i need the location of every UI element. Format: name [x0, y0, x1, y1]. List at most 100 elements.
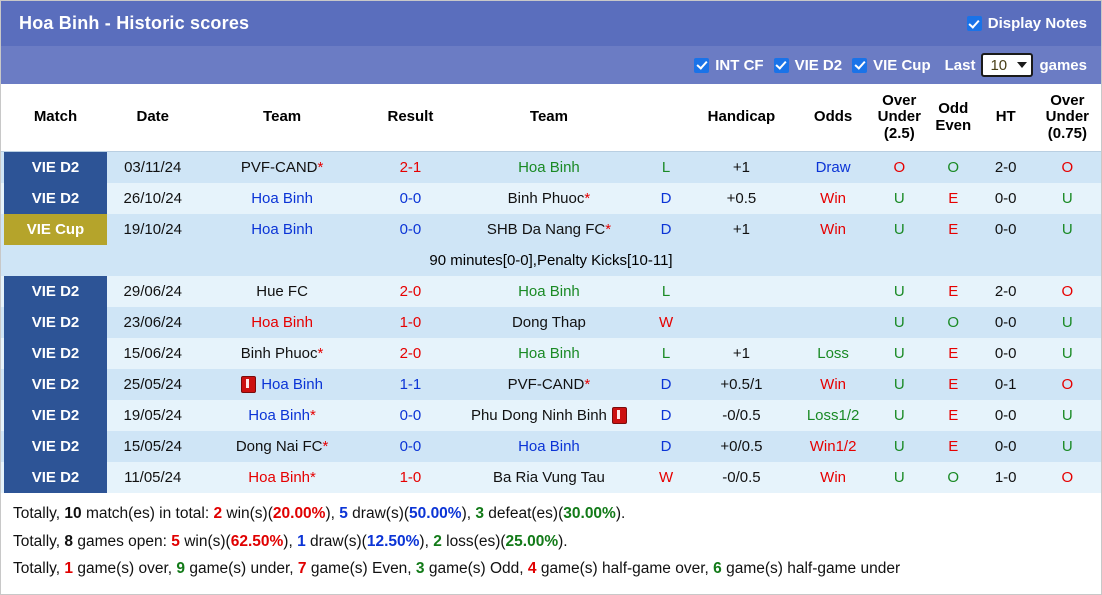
cell-team-away[interactable]: Ba Ria Vung Tau: [452, 462, 646, 493]
col-match[interactable]: Match: [1, 84, 110, 152]
col-ht[interactable]: HT: [977, 84, 1034, 152]
cell-team-away[interactable]: SHB Da Nang FC*: [452, 214, 646, 245]
cell-team-away[interactable]: Hoa Binh: [452, 431, 646, 462]
competition-badge[interactable]: VIE D2: [4, 183, 107, 214]
s3-prefix: Totally,: [13, 560, 65, 577]
int-cf-checkbox[interactable]: [694, 57, 710, 73]
cell-team-home[interactable]: Hoa Binh*: [195, 462, 369, 493]
cell-match[interactable]: VIE Cup: [1, 214, 110, 245]
cell-match[interactable]: VIE D2: [1, 151, 110, 183]
cell-team-home[interactable]: Binh Phuoc*: [195, 338, 369, 369]
cell-over-under-25: U: [869, 214, 929, 245]
cell-match[interactable]: VIE D2: [1, 369, 110, 400]
table-row[interactable]: VIE D2 03/11/24 PVF-CAND* 2-1 Hoa Binh L +1 Dra…: [1, 151, 1101, 183]
cell-match[interactable]: VIE D2: [1, 431, 110, 462]
table-row[interactable]: VIE D2 19/05/24 Hoa Binh* 0-0 Phu Dong Ninh …: [1, 400, 1101, 431]
cell-odds: Loss: [796, 338, 870, 369]
cell-match[interactable]: VIE D2: [1, 462, 110, 493]
col-team-away[interactable]: Team: [452, 84, 646, 152]
filter-vie-cup[interactable]: VIE Cup: [852, 57, 931, 74]
s1-defeats: 3: [475, 505, 484, 522]
page-title: Hoa Binh - Historic scores: [19, 13, 250, 33]
table-row[interactable]: VIE D2 25/05/24 Hoa Binh 1-1 PVF-CAND* D +0.5/…: [1, 369, 1101, 400]
table-row[interactable]: VIE D2 11/05/24 Hoa Binh* 1-0 Ba Ria Vung Ta…: [1, 462, 1101, 493]
cell-team-home[interactable]: Hue FC: [195, 276, 369, 307]
team-name: Hoa Binh: [251, 221, 313, 238]
table-row[interactable]: VIE D2 23/06/24 Hoa Binh 1-0 Dong Thap W U O 0-0…: [1, 307, 1101, 338]
cell-handicap: +0.5: [686, 183, 797, 214]
cell-team-home[interactable]: Dong Nai FC*: [195, 431, 369, 462]
cell-match[interactable]: VIE D2: [1, 307, 110, 338]
cell-over-under-075: U: [1033, 338, 1101, 369]
s2-losses-pct: 25.00%: [505, 532, 559, 550]
filter-int-cf[interactable]: INT CF: [694, 57, 764, 74]
col-date[interactable]: Date: [109, 84, 196, 152]
col-ou075-line2: Under: [1045, 108, 1090, 126]
table-row[interactable]: VIE D2 29/06/24 Hue FC 2-0 Hoa Binh L U E 2-0 O: [1, 276, 1101, 307]
cell-team-home[interactable]: Hoa Binh*: [195, 400, 369, 431]
summary-line-open: Totally, 8 games open: 5 win(s)(62.50%),…: [13, 529, 1091, 557]
competition-badge[interactable]: VIE D2: [4, 462, 107, 493]
cell-team-home[interactable]: Hoa Binh: [195, 307, 369, 338]
display-notes-toggle[interactable]: Display Notes: [966, 15, 1087, 32]
col-handicap[interactable]: Handicap: [686, 84, 797, 152]
col-over-under-25[interactable]: Over Under (2.5): [869, 84, 929, 152]
display-notes-checkbox[interactable]: [966, 16, 982, 31]
cell-team-away[interactable]: Hoa Binh: [452, 151, 646, 183]
table-row[interactable]: VIE D2 15/06/24 Binh Phuoc* 2-0 Hoa Binh L +1 L…: [1, 338, 1101, 369]
competition-badge[interactable]: VIE D2: [4, 431, 107, 462]
vie-cup-checkbox[interactable]: [852, 57, 868, 73]
cell-wdl: D: [645, 400, 687, 431]
competition-badge[interactable]: VIE D2: [4, 276, 107, 307]
cell-match[interactable]: VIE D2: [1, 338, 110, 369]
cell-team-away[interactable]: Dong Thap: [452, 307, 646, 338]
team-name: Hoa Binh: [518, 345, 580, 362]
cell-result: 0-0: [368, 214, 453, 245]
table-row[interactable]: VIE D2 15/05/24 Dong Nai FC* 0-0 Hoa Binh D +0…: [1, 431, 1101, 462]
chevron-down-icon: [1017, 62, 1028, 68]
cell-team-away[interactable]: Hoa Binh: [452, 276, 646, 307]
competition-badge[interactable]: VIE D2: [4, 307, 107, 338]
cell-team-home[interactable]: Hoa Binh: [195, 214, 369, 245]
cell-team-away[interactable]: PVF-CAND*: [452, 369, 646, 400]
col-ou25-line1: Over: [882, 92, 917, 110]
cell-handicap: [686, 276, 797, 307]
filter-vie-d2[interactable]: VIE D2: [773, 57, 842, 74]
cell-team-home[interactable]: Hoa Binh: [195, 369, 369, 400]
cell-match[interactable]: VIE D2: [1, 400, 110, 431]
s3-t5: game(s) half-game over,: [536, 560, 714, 577]
cell-team-away[interactable]: Hoa Binh: [452, 338, 646, 369]
cell-over-under-075: O: [1033, 276, 1101, 307]
cell-date: 29/06/24: [109, 276, 196, 307]
competition-badge[interactable]: VIE Cup: [4, 214, 107, 245]
cell-match[interactable]: VIE D2: [1, 183, 110, 214]
cell-team-away[interactable]: Binh Phuoc*: [452, 183, 646, 214]
s3-half-over: 4: [527, 560, 537, 577]
games-count-select[interactable]: 10: [981, 53, 1034, 77]
competition-badge[interactable]: VIE D2: [4, 152, 107, 183]
col-team-home[interactable]: Team: [195, 84, 369, 152]
s1-draws: 5: [339, 505, 348, 522]
table-row[interactable]: VIE D2 26/10/24 Hoa Binh 0-0 Binh Phuoc* D +0.…: [1, 183, 1101, 214]
competition-badge[interactable]: VIE D2: [4, 369, 107, 400]
s2-draws-pct: 12.50%: [366, 532, 420, 550]
vie-d2-checkbox[interactable]: [773, 57, 789, 73]
col-wdl: [645, 84, 687, 152]
col-oddeven-line2: Even: [935, 116, 972, 134]
cell-handicap: -0/0.5: [686, 400, 797, 431]
s3-under: 9: [176, 560, 186, 577]
cell-match[interactable]: VIE D2: [1, 276, 110, 307]
cell-ht: 0-0: [977, 338, 1034, 369]
table-row[interactable]: VIE Cup 19/10/24 Hoa Binh 0-0 SHB Da Nang FC…: [1, 214, 1101, 245]
cell-ht: 0-1: [977, 369, 1034, 400]
col-odd-even[interactable]: Odd Even: [928, 84, 978, 152]
col-odds[interactable]: Odds: [796, 84, 870, 152]
cell-handicap: +1: [686, 214, 797, 245]
competition-badge[interactable]: VIE D2: [4, 338, 107, 369]
cell-team-away[interactable]: Phu Dong Ninh Binh: [452, 400, 646, 431]
cell-team-home[interactable]: PVF-CAND*: [195, 151, 369, 183]
competition-badge[interactable]: VIE D2: [4, 400, 107, 431]
col-result[interactable]: Result: [368, 84, 453, 152]
col-over-under-075[interactable]: Over Under (0.75): [1033, 84, 1101, 152]
cell-team-home[interactable]: Hoa Binh: [195, 183, 369, 214]
